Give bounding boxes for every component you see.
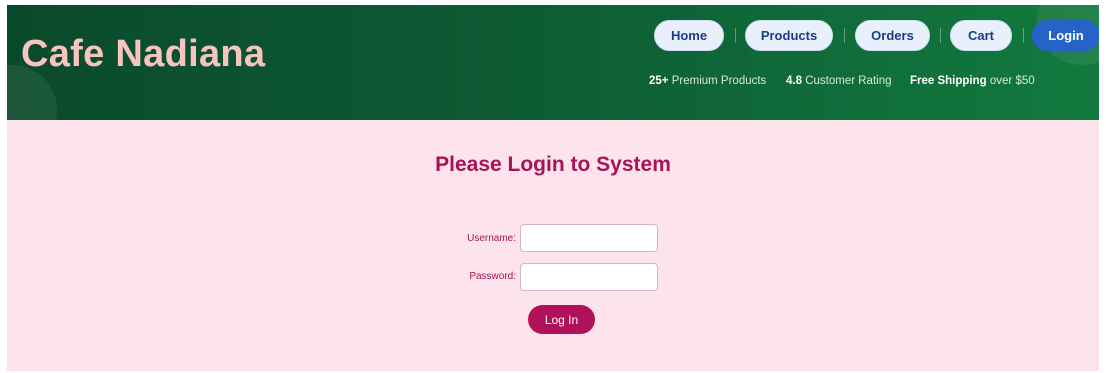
stat-rating-value: 4.8 (786, 75, 802, 87)
nav-orders-button[interactable]: Orders (855, 20, 930, 51)
nav-separator (844, 28, 845, 43)
stat-shipping: Free Shipping over $50 (910, 75, 1035, 87)
password-label: Password: (469, 271, 516, 282)
nav-separator (735, 28, 736, 43)
username-label: Username: (467, 233, 516, 244)
login-title: Please Login to System (435, 153, 671, 176)
stat-products-value: 25+ (649, 75, 669, 87)
username-input[interactable] (520, 224, 658, 252)
stat-rating-label: Customer Rating (805, 75, 892, 87)
nav-products-button[interactable]: Products (745, 20, 833, 51)
stat-shipping-label: over $50 (989, 75, 1035, 87)
stat-products-label: Premium Products (671, 75, 767, 87)
nav-cart-button[interactable]: Cart (950, 20, 1012, 51)
stat-products: 25+ Premium Products (649, 75, 766, 87)
stat-shipping-value: Free Shipping (910, 75, 987, 87)
nav-separator (1023, 28, 1024, 43)
site-header: Cafe Nadiana Home Products Orders Cart L… (7, 5, 1099, 120)
brand-title: Cafe Nadiana (21, 33, 266, 75)
nav-login-button[interactable]: Login (1032, 20, 1099, 51)
login-section: Please Login to System Username: Passwor… (7, 120, 1099, 371)
nav-separator (940, 28, 941, 43)
password-input[interactable] (520, 263, 658, 291)
login-submit-button[interactable]: Log In (528, 305, 595, 334)
app-frame: Cafe Nadiana Home Products Orders Cart L… (7, 5, 1099, 371)
nav-home-button[interactable]: Home (654, 20, 724, 51)
stat-rating: 4.8 Customer Rating (786, 75, 892, 87)
